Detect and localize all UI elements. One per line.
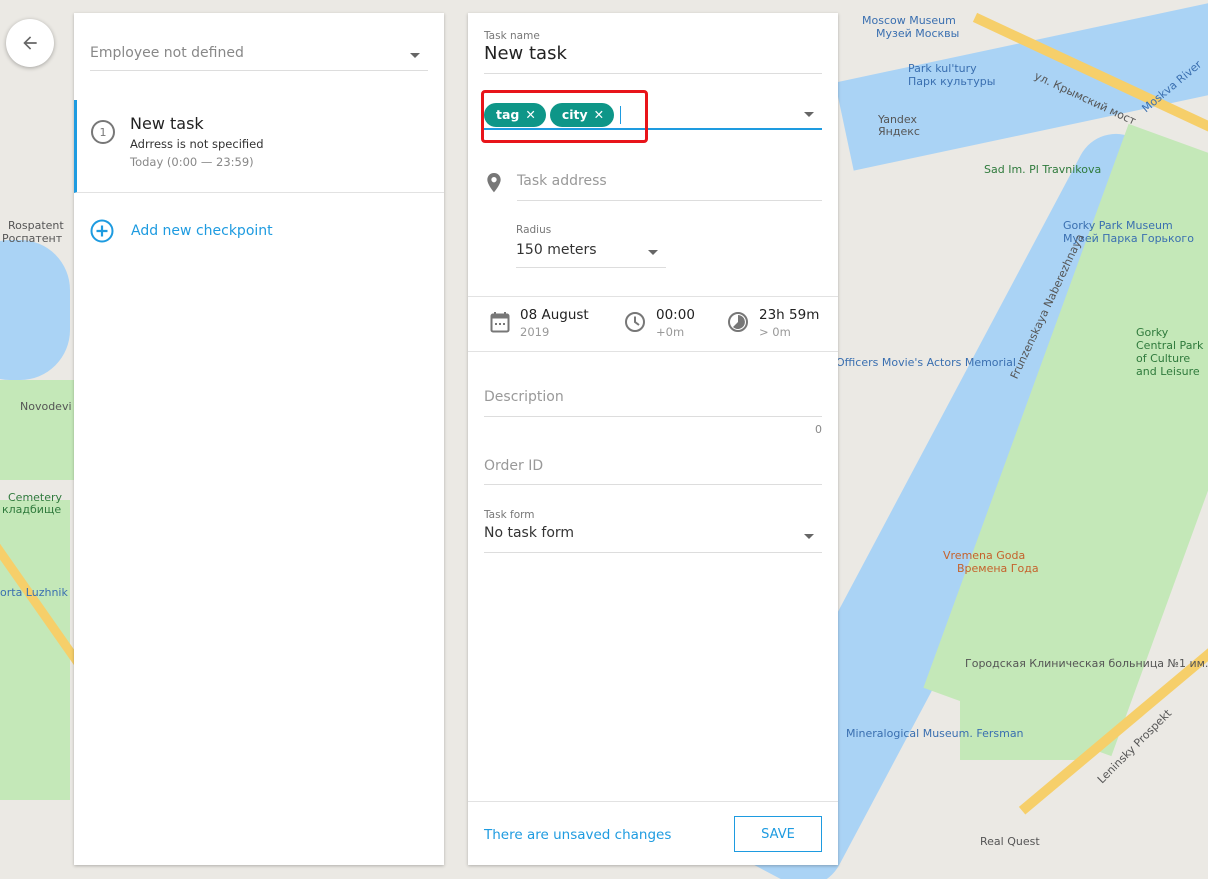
tag-chip[interactable]: tag ✕ [484, 102, 546, 127]
task-address-placeholder: Task address [517, 173, 607, 189]
map-label: Real Quest [980, 835, 1040, 848]
map-label: Парк культуры [908, 75, 996, 88]
radius-unit: meters [547, 242, 597, 258]
tag-chip-label: city [561, 107, 588, 122]
checkpoint-title: New task [130, 114, 204, 133]
calendar-icon [490, 312, 510, 333]
task-form-label: Task form [484, 509, 535, 521]
description-input[interactable]: Description [484, 389, 822, 417]
checkpoint-address: Adrress is not specified [130, 137, 264, 151]
unsaved-changes-link[interactable]: There are unsaved changes [484, 827, 671, 843]
location-pin-icon [487, 173, 501, 193]
radius-select[interactable]: 150 meters [516, 242, 666, 268]
close-icon[interactable]: ✕ [594, 107, 604, 122]
map-label: Vremena Goda [943, 549, 1026, 562]
save-button[interactable]: SAVE [734, 816, 822, 852]
checkpoint-number: 1 [91, 120, 115, 144]
map-label: Mineralogical Museum. Fersman [846, 727, 1024, 740]
map-label: Moscow Museum [862, 14, 956, 27]
checkpoint-time: Today (0:00 — 23:59) [130, 155, 254, 169]
duration-min: > 0m [759, 325, 791, 339]
employee-select-placeholder: Employee not defined [90, 45, 244, 61]
divider [468, 801, 838, 802]
order-id-input[interactable]: Order ID [484, 458, 822, 485]
map-label: Яндекс [878, 125, 920, 138]
divider [468, 351, 838, 352]
clock-icon [625, 312, 645, 332]
add-checkpoint-button[interactable]: Add new checkpoint [90, 219, 273, 243]
date-picker[interactable]: 08 August 2019 [490, 307, 589, 339]
date-year: 2019 [520, 325, 550, 339]
tag-chip-label: tag [496, 107, 520, 122]
chevron-down-icon [648, 250, 658, 255]
time-offset: +0m [656, 325, 685, 339]
time-value: 00:00 [656, 307, 695, 323]
map-label: Музей Москвы [876, 27, 960, 40]
text-cursor [620, 105, 622, 124]
map-label: Городская Клиническая больница №1 им. Н.… [965, 657, 1208, 670]
duration-value: 23h 59m [759, 307, 820, 323]
radius-label: Radius [516, 224, 552, 236]
map-label: orta Luzhnik [0, 586, 68, 599]
close-icon[interactable]: ✕ [525, 107, 535, 122]
task-name-value: New task [484, 43, 567, 64]
map-label: кладбище [2, 503, 62, 516]
duration-icon [728, 312, 748, 332]
map-label: Gorky Park Museum [1063, 219, 1173, 232]
divider [468, 296, 838, 297]
tag-chip[interactable]: city ✕ [549, 102, 615, 127]
description-char-count: 0 [815, 423, 822, 436]
radius-value: 150 [516, 242, 543, 258]
map-label: Rospatent [8, 219, 64, 232]
task-form-select[interactable]: No task form [484, 525, 822, 553]
checkpoint-item[interactable]: 1 New task Adrress is not specified Toda… [74, 100, 444, 193]
duration-picker[interactable]: 23h 59m > 0m [727, 307, 819, 339]
back-button[interactable] [6, 19, 54, 67]
chevron-down-icon [804, 534, 814, 539]
map-label: Park kul'tury [908, 62, 977, 75]
arrow-left-icon [23, 36, 37, 50]
map-label: Novodevi [20, 400, 72, 413]
map-label: Officers Movie's Actors Memorial [836, 356, 1016, 369]
chevron-down-icon[interactable] [804, 112, 814, 117]
task-address-input[interactable]: Task address [517, 173, 822, 201]
map-label: Роспатент [2, 232, 63, 245]
employee-select[interactable]: Employee not defined [90, 39, 428, 71]
task-form-panel: Task name New task tag ✕ city ✕ Task addre… [468, 13, 838, 865]
task-name-label: Task name [484, 30, 540, 42]
tags-input[interactable]: tag ✕ city ✕ [484, 101, 822, 130]
chevron-down-icon [410, 53, 420, 58]
add-checkpoint-label: Add new checkpoint [131, 223, 273, 239]
description-placeholder: Description [484, 389, 564, 405]
map-label: Gorky Central Park of Culture and Leisur… [1136, 326, 1204, 378]
map-label: Времена Года [957, 562, 1039, 575]
time-picker[interactable]: 00:00 +0m [624, 307, 695, 339]
task-name-input[interactable]: New task [484, 43, 822, 74]
task-form-value: No task form [484, 525, 575, 541]
date-value: 08 August [520, 307, 589, 323]
map-label: Sad Im. Pl Travnikova [984, 163, 1102, 176]
checkpoint-panel: Employee not defined 1 New task Adrress … [74, 13, 444, 865]
plus-circle-icon [90, 219, 114, 243]
order-id-placeholder: Order ID [484, 458, 544, 474]
